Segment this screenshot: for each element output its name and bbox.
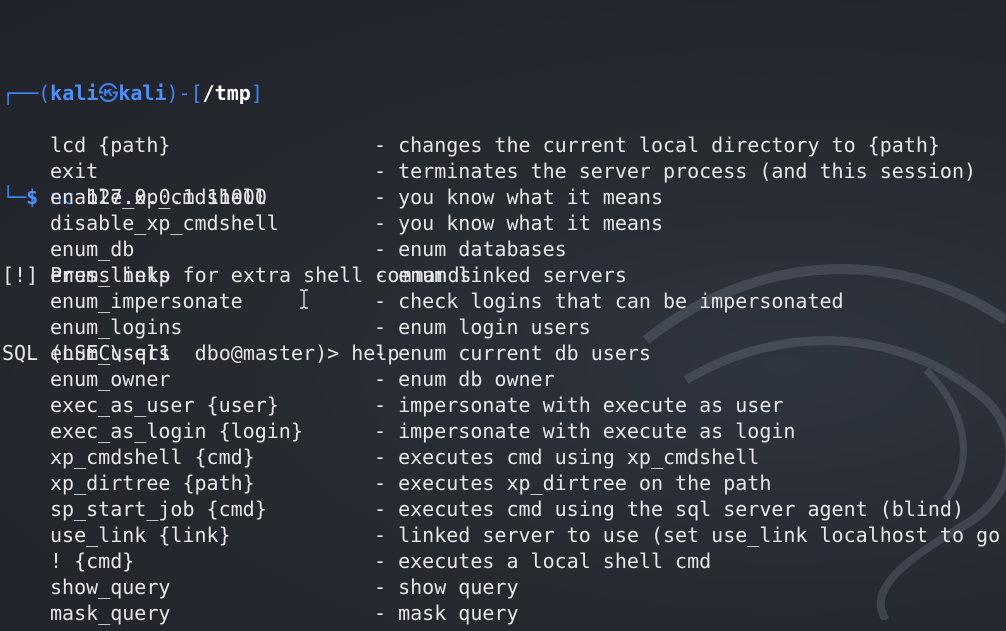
help-description: - enum db owner (374, 367, 555, 391)
help-description: - enum login users (374, 315, 591, 339)
prompt-user: kali (50, 81, 99, 105)
help-description: - enum databases (374, 237, 567, 261)
prompt-corner-top: ┌──( (2, 81, 51, 105)
help-description: - terminates the server process (and thi… (374, 159, 977, 183)
prompt-dollar: $ (26, 185, 39, 209)
help-description: - you know what it means (374, 211, 663, 235)
prompt-dir-close: ] (250, 81, 263, 105)
prompt-cwd: /tmp (202, 81, 251, 105)
help-description: - impersonate with execute as login (374, 419, 796, 443)
help-command: enable_xp_cmdshell (50, 185, 267, 209)
help-description: - you know what it means (374, 185, 663, 209)
help-command: enum_owner (50, 367, 171, 391)
help-command: disable_xp_cmdshell (50, 211, 279, 235)
help-description: - impersonate with execute as user (374, 393, 784, 417)
help-description: - check logins that can be impersonated (374, 289, 844, 313)
help-description: - executes cmd using the sql server agen… (374, 497, 965, 521)
help-command: enum_db (50, 237, 135, 261)
prompt-corner-bottom: └─ (2, 185, 27, 209)
help-command: enum_links (50, 263, 171, 287)
help-description: - enum linked servers (374, 263, 627, 287)
prompt-dir-open: )-[ (166, 81, 203, 105)
help-command: xp_dirtree {path} (50, 471, 255, 495)
help-description: - mask query (374, 601, 519, 625)
help-description: - executes xp_dirtree on the path (374, 471, 772, 495)
help-description: - executes a local shell cmd (374, 549, 712, 573)
help-description: - executes cmd using xp_cmdshell (374, 445, 760, 469)
help-command: show_query (50, 575, 171, 599)
text-cursor-icon (300, 289, 308, 309)
help-description: - enum current db users (374, 341, 651, 365)
help-command: ! {cmd} (50, 549, 135, 573)
help-command: mask_query (50, 601, 171, 625)
help-command: enum_logins (50, 315, 183, 339)
help-description: - changes the current local directory to… (374, 133, 940, 157)
help-command: enum_impersonate (50, 289, 243, 313)
help-command: sp_start_job {cmd} (50, 497, 267, 521)
help-command: exec_as_user {user} (50, 393, 279, 417)
help-command: exec_as_login {login} (50, 419, 303, 443)
help-command: use_link {link} (50, 523, 231, 547)
help-description: - show query (374, 575, 519, 599)
prompt-at-symbol: ㉿ (98, 81, 119, 105)
help-command: enum_users (50, 341, 171, 365)
help-command: xp_cmdshell {cmd} (50, 445, 255, 469)
help-command: exit (50, 159, 99, 183)
help-description: - linked server to use (set use_link loc… (374, 523, 1001, 547)
prompt-host: kali (118, 81, 167, 105)
prompt-header: ┌──(kali㉿kali)-[/tmp] (2, 80, 472, 106)
help-command: lcd {path} (50, 133, 171, 157)
terminal-window[interactable]: ┌──(kali㉿kali)-[/tmp] └─$ nc 127.0.0.1 1… (0, 0, 1006, 631)
